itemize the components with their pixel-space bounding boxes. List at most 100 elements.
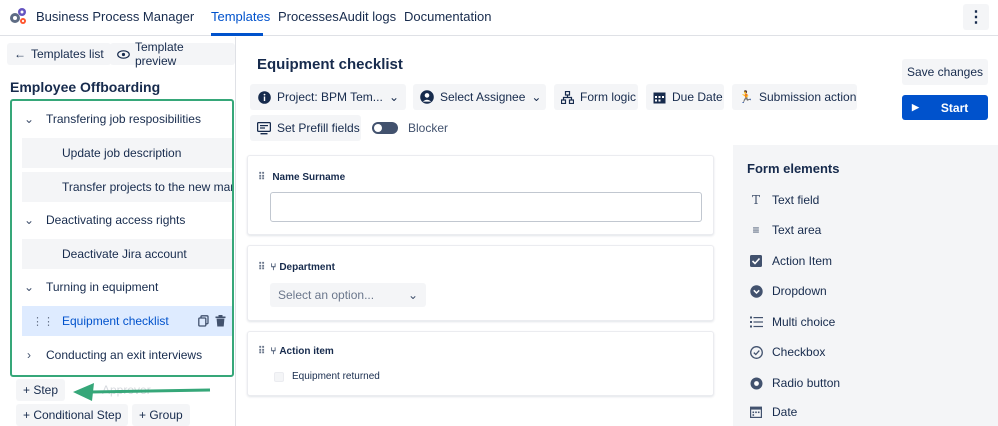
add-step-button[interactable]: + Step [16,379,66,401]
equipment-returned-label: Equipment returned [292,371,380,382]
due-date-label: Due Date [672,90,723,104]
element-label: Checkbox [772,345,826,359]
active-tab-indicator [211,33,263,36]
element-action-item[interactable]: Action Item [749,254,832,268]
chevron-down-icon[interactable]: ⌄ [12,112,46,126]
nav-audit-logs[interactable]: Audit logs [339,9,396,24]
tree-item-label: Update job description [62,146,182,160]
dropdown-circle-icon [749,284,763,298]
submission-action-button[interactable]: 🏃 Submission action [732,84,857,110]
element-text-field[interactable]: T Text field [749,193,819,207]
eye-icon [117,49,130,59]
tree-item-deactivate-jira[interactable]: Deactivate Jira account [22,239,232,269]
element-label: Radio button [772,376,841,390]
chevron-down-icon[interactable]: ⌄ [12,280,46,294]
checkbox-unchecked-icon[interactable] [274,371,284,382]
green-arrow-annotation [73,383,211,401]
start-label: Start [940,100,969,115]
blocker-toggle[interactable] [372,122,398,134]
due-date-button[interactable]: Due Date [646,84,724,110]
drag-handle-icon[interactable]: ⠿ [258,346,265,357]
chevron-right-icon[interactable]: › [12,348,46,362]
field-label-action: ⠿ ⑂ Action item [258,346,334,357]
save-changes-label: Save changes [906,65,984,79]
element-checkbox[interactable]: Checkbox [749,345,825,359]
template-preview-label: Template preview [134,40,184,68]
project-select[interactable]: Project: BPM Tem... ⌄ [250,84,406,110]
add-step-label: + Step [23,383,59,397]
template-title: Employee Offboarding [10,79,161,95]
add-conditional-step-label: + Conditional Step [23,408,122,422]
element-date[interactable]: Date [749,405,797,419]
copy-icon[interactable] [198,315,209,327]
more-menu-button[interactable]: ⋮ [963,4,989,30]
element-radio-button[interactable]: Radio button [749,376,840,390]
assignee-label: Select Assignee [440,90,526,104]
monitor-icon [257,121,271,135]
chevron-down-icon: ⌄ [407,288,418,302]
nav-templates[interactable]: Templates [211,9,270,24]
set-prefill-button[interactable]: Set Prefill fields [250,115,361,141]
field-card-name[interactable]: ⠿ Name Surname [247,155,714,235]
nav-processes[interactable]: Processes [278,9,339,24]
hierarchy-icon [561,90,574,104]
branch-icon: ⑂ [270,346,277,357]
tree-group-equipment[interactable]: ⌄ Turning in equipment [12,272,232,302]
add-group-label: + Group [139,408,183,422]
gear-logo-icon [10,8,26,24]
checked-box-icon [749,254,763,268]
tree-group-transfering[interactable]: ⌄ Transfering job resposibilities [12,104,232,134]
element-label: Dropdown [772,284,827,298]
tree-group-label: Turning in equipment [46,280,159,294]
department-select[interactable]: Select an option... ⌄ [270,283,426,307]
add-conditional-step-button[interactable]: + Conditional Step [16,404,129,426]
tree-item-label: Transfer projects to the new manager [62,180,232,194]
field-label-name: ⠿ Name Surname [258,172,345,183]
tree-group-label: Transfering job resposibilities [46,112,201,126]
field-card-department[interactable]: ⠿ ⑂ Department Select an option... ⌄ [247,245,714,321]
drag-handle-icon[interactable]: ⠿ [258,172,265,183]
kebab-icon: ⋮ [968,9,984,26]
tree-group-deactivating[interactable]: ⌄ Deactivating access rights [12,205,232,235]
template-preview-button[interactable]: Template preview [110,40,235,68]
tree-item-transfer-projects[interactable]: Transfer projects to the new manager [22,172,232,202]
tree-group-exit-interviews[interactable]: › Conducting an exit interviews [12,340,232,370]
add-group-button[interactable]: + Group [132,404,190,426]
select-assignee[interactable]: Select Assignee ⌄ [413,84,546,110]
page-title: Equipment checklist [257,56,403,73]
form-logic-button[interactable]: Form logic [554,84,638,110]
tree-item-update-job[interactable]: Update job description [22,138,232,168]
department-placeholder: Select an option... [278,288,375,302]
element-multi-choice[interactable]: Multi choice [749,315,835,329]
field-card-action-item[interactable]: ⠿ ⑂ Action item Equipment returned [247,331,714,396]
info-icon [257,90,271,104]
drag-handle-icon[interactable]: ⋮⋮ [32,315,54,328]
save-changes-button[interactable]: Save changes [902,59,988,85]
sidebar: ← Templates list Template preview Employ… [0,37,236,426]
equipment-returned-option[interactable]: Equipment returned [274,371,380,382]
element-label: Multi choice [772,315,836,329]
name-label-text: Name Surname [272,172,346,183]
running-person-icon: 🏃 [738,90,754,104]
trash-icon[interactable] [215,315,226,327]
element-dropdown[interactable]: Dropdown [749,284,827,298]
action-label-text: Action item [279,346,334,357]
nav-documentation[interactable]: Documentation [404,9,491,24]
tree-item-equipment-checklist[interactable]: ⋮⋮ Equipment checklist [22,306,232,336]
start-button[interactable]: ▶ Start [902,95,988,120]
templates-list-button[interactable]: ← Templates list [7,43,111,65]
check-circle-icon [749,345,763,359]
element-text-area[interactable]: ≡ Text area [749,223,821,237]
form-elements-panel: Form elements T Text field ≡ Text area A… [733,145,998,426]
drag-handle-icon[interactable]: ⠿ [258,262,265,273]
radio-icon [749,376,763,390]
templates-list-label: Templates list [31,47,104,61]
name-surname-input[interactable] [270,192,702,222]
submission-label: Submission action [759,90,857,104]
element-label: Text area [772,223,822,237]
chevron-down-icon[interactable]: ⌄ [12,213,46,227]
step-tree: ⌄ Transfering job resposibilities Update… [10,99,234,377]
form-elements-title: Form elements [747,161,840,176]
tree-item-label: Deactivate Jira account [62,247,187,261]
calendar-icon [653,90,666,104]
